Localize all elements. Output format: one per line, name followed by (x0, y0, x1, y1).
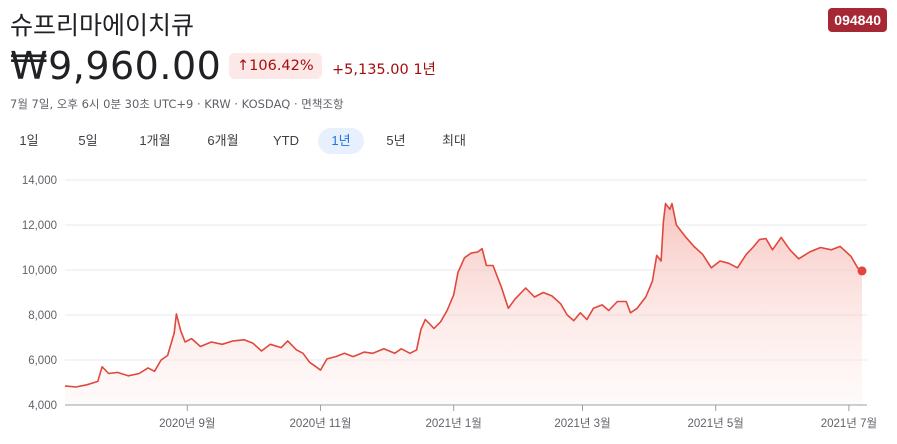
stock-name: 슈프리마에이치큐 (10, 11, 195, 40)
x-tick-label: 2021년 7월 (821, 417, 877, 430)
y-tick-label: 4,000 (28, 400, 57, 412)
y-tick-label: 14,000 (22, 175, 57, 187)
y-tick-label: 10,000 (22, 265, 57, 277)
x-tick-label: 2021년 3월 (554, 417, 610, 430)
x-tick-label: 2021년 1월 (426, 417, 482, 430)
y-tick-label: 6,000 (28, 355, 57, 367)
tab-ytd[interactable]: YTD (266, 128, 306, 154)
change-percent-badge: ↑106.42% (229, 53, 322, 79)
y-tick-label: 8,000 (28, 310, 57, 322)
quote-meta: 7월 7일, 오후 6시 0분 30초 UTC+9 · KRW · KOSDAQ… (10, 97, 344, 111)
last-price-dot (857, 266, 867, 276)
price-area-fill (65, 203, 862, 405)
y-axis-labels: 4,000 6,000 8,000 10,000 12,000 14,000 (22, 175, 57, 412)
x-tick-label: 2021년 5월 (688, 417, 744, 430)
tab-6m[interactable]: 6개월 (196, 128, 250, 154)
tab-5d[interactable]: 5일 (68, 128, 108, 154)
tab-1m[interactable]: 1개월 (128, 128, 182, 154)
price-chart[interactable]: 4,000 6,000 8,000 10,000 12,000 14,000 2020년 … (0, 160, 897, 444)
current-price: ₩9,960.00 (10, 44, 222, 88)
x-axis-ticks: 2020년 9월 2020년 11월 2021년 1월 2021년 3월 2021년 5… (159, 405, 877, 430)
y-tick-label: 12,000 (22, 220, 57, 232)
ticker-badge: 094840 (828, 8, 887, 32)
x-tick-label: 2020년 9월 (159, 417, 215, 430)
tab-1y[interactable]: 1년 (318, 128, 364, 154)
tab-1d[interactable]: 1일 (10, 128, 48, 154)
tab-5y[interactable]: 5년 (376, 128, 416, 154)
tab-max[interactable]: 최대 (434, 128, 474, 154)
x-tick-label: 2020년 11월 (290, 417, 352, 430)
change-absolute: +5,135.00 1년 (332, 62, 436, 78)
